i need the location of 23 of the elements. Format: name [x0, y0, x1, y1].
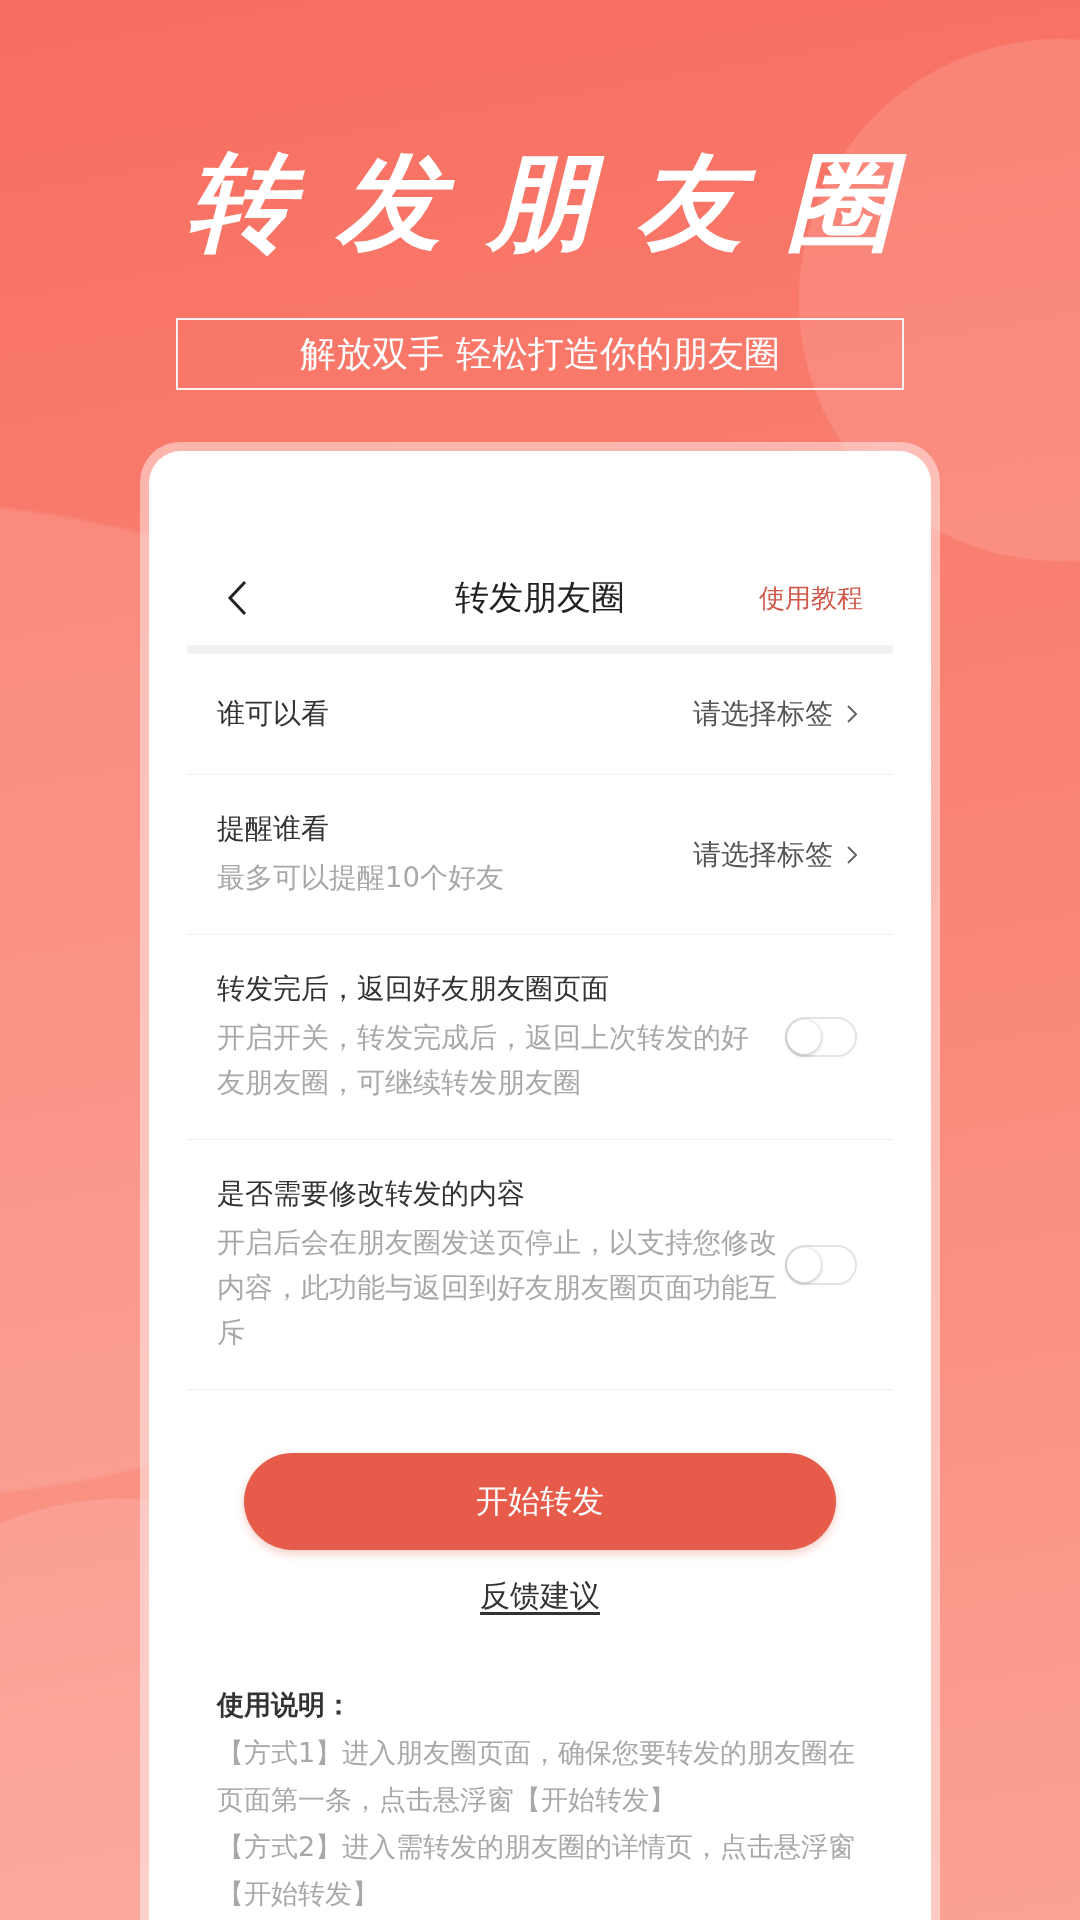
hero-subtitle: 解放双手 轻松打造你的朋友圈: [176, 318, 904, 390]
instruction-text: 【方式2】进入需转发的朋友圈的详情页，点击悬浮窗【开始转发】: [217, 1830, 857, 1911]
tutorial-link[interactable]: 使用教程: [759, 580, 863, 616]
start-button[interactable]: 开始转发: [244, 1453, 836, 1550]
tag-selector[interactable]: 请选择标签: [693, 835, 833, 874]
back-icon[interactable]: [227, 580, 247, 616]
toggle-switch[interactable]: [785, 1017, 857, 1057]
setting-hint: 最多可以提醒10个好友: [217, 860, 505, 895]
screen-title: 转发朋友圈: [455, 576, 625, 619]
hero-title: 转发朋友圈: [187, 140, 937, 266]
toggle-switch[interactable]: [785, 1244, 857, 1285]
feedback-link[interactable]: 反馈建议: [480, 1576, 600, 1617]
setting-hint: 开启后会在朋友圈发送页停止，以支持您修改内容，此功能与返回到好友朋友圈页面功能互斥: [217, 1225, 777, 1350]
tag-selector[interactable]: 请选择标签: [693, 695, 833, 733]
setting-hint: 开启开关，转发完成后，返回上次转发的好友朋友圈，可继续转发朋友圈: [217, 1020, 750, 1100]
setting-label: 是否需要修改转发的内容: [217, 1176, 526, 1212]
chevron-right-icon: [847, 705, 857, 723]
setting-label: 提醒谁看: [217, 811, 330, 847]
chevron-right-icon: [847, 845, 857, 864]
instruction-text: 【方式1】进入朋友圈页面，确保您要转发的朋友圈在页面第一条，点击悬浮窗【开始转发】: [217, 1736, 857, 1817]
setting-label: 谁可以看: [217, 696, 330, 732]
instructions-title: 使用说明：: [217, 1688, 353, 1722]
setting-label: 转发完后，返回好友朋友圈页面: [217, 971, 610, 1007]
